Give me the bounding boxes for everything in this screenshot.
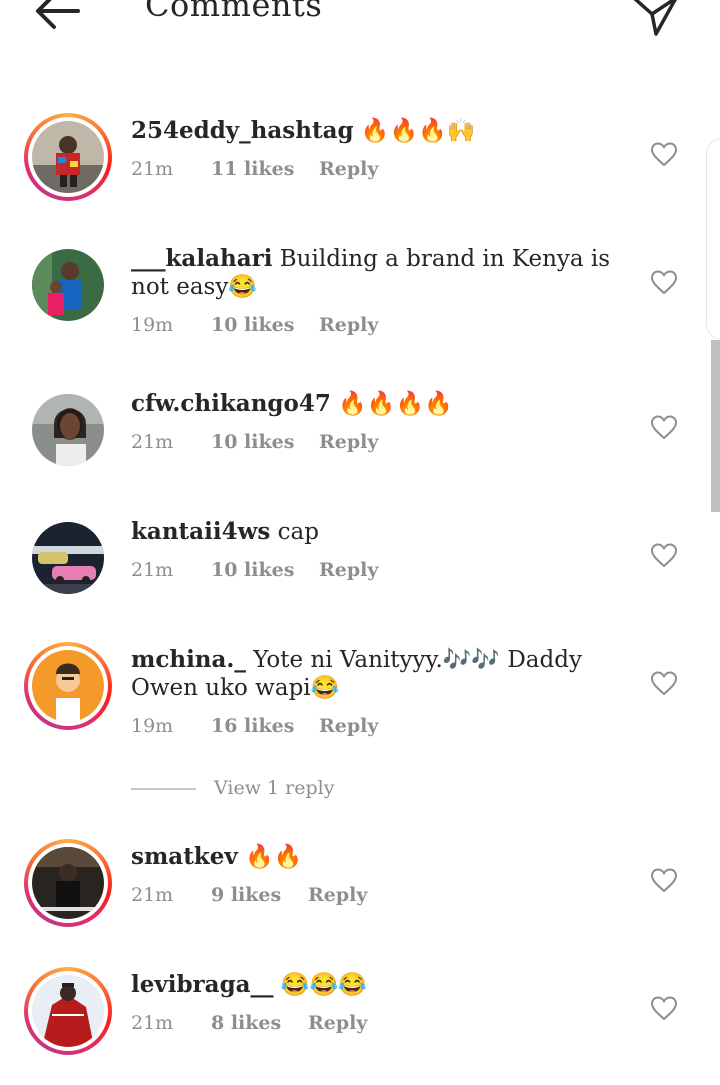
- comment-time: 21m: [131, 431, 174, 453]
- comment-meta: 19m 16 likes Reply: [131, 715, 378, 737]
- view-replies-link[interactable]: View 1 reply: [214, 777, 334, 799]
- comment-username[interactable]: mchina._: [131, 646, 246, 673]
- comment-likes[interactable]: 16 likes: [211, 715, 319, 737]
- comment-time: 21m: [131, 158, 174, 180]
- comment-text: mchina._ Yote ni Vanityyy.🎶🎶 Daddy Owen …: [131, 646, 631, 702]
- reply-button[interactable]: Reply: [319, 559, 378, 581]
- comment-text: 254eddy_hashtag 🔥🔥🔥🙌: [131, 117, 631, 145]
- comment-likes[interactable]: 8 likes: [211, 1012, 308, 1034]
- comment-likes[interactable]: 10 likes: [211, 559, 319, 581]
- comment-username[interactable]: cfw.chikango47: [131, 390, 331, 417]
- comment-text: cfw.chikango47 🔥🔥🔥🔥: [131, 390, 631, 418]
- comment-body: 🔥🔥: [237, 844, 303, 870]
- reply-button[interactable]: Reply: [308, 884, 367, 906]
- reply-button[interactable]: Reply: [319, 158, 378, 180]
- comment-meta: 21m 10 likes Reply: [131, 431, 378, 453]
- avatar[interactable]: [24, 839, 112, 927]
- comment-text: kantaii4ws cap: [131, 518, 631, 546]
- comment-time: 21m: [131, 559, 174, 581]
- comment-body: 😂😂😂: [273, 972, 367, 998]
- comment-username[interactable]: ___kalahari: [131, 245, 272, 272]
- comment-time: 19m: [131, 314, 174, 336]
- replies-divider: [131, 788, 196, 790]
- heart-outline-icon[interactable]: [650, 141, 678, 167]
- comment-username[interactable]: smatkev: [131, 843, 238, 870]
- comment-username[interactable]: kantaii4ws: [131, 518, 270, 545]
- side-panel-edge: [706, 138, 720, 340]
- reply-button[interactable]: Reply: [319, 715, 378, 737]
- comment-body: 🔥🔥🔥🙌: [353, 118, 476, 144]
- avatar[interactable]: [24, 514, 112, 602]
- comment-time: 21m: [131, 1012, 174, 1034]
- comment-likes[interactable]: 9 likes: [211, 884, 308, 906]
- comment-body: cap: [270, 519, 319, 545]
- heart-outline-icon[interactable]: [650, 542, 678, 568]
- header: Comments: [0, 0, 720, 60]
- comment-text: smatkev 🔥🔥: [131, 843, 631, 871]
- comment-username[interactable]: 254eddy_hashtag: [131, 117, 354, 144]
- back-arrow-icon[interactable]: [30, 0, 82, 34]
- reply-button[interactable]: Reply: [319, 431, 378, 453]
- comment-text: levibraga__ 😂😂😂: [131, 971, 631, 999]
- comment-time: 19m: [131, 715, 174, 737]
- comment-meta: 21m 9 likes Reply: [131, 884, 367, 906]
- page-title: Comments: [145, 0, 323, 24]
- avatar[interactable]: [24, 386, 112, 474]
- paper-plane-icon[interactable]: [630, 0, 682, 38]
- comment-meta: 19m 10 likes Reply: [131, 314, 378, 336]
- scrollbar[interactable]: [711, 340, 720, 512]
- comment-likes[interactable]: 10 likes: [211, 314, 319, 336]
- avatar[interactable]: [24, 113, 112, 201]
- avatar[interactable]: [24, 967, 112, 1055]
- heart-outline-icon[interactable]: [650, 670, 678, 696]
- comment-likes[interactable]: 11 likes: [211, 158, 319, 180]
- avatar[interactable]: [24, 642, 112, 730]
- comment-text: ___kalahari Building a brand in Kenya is…: [131, 245, 631, 301]
- comment-meta: 21m 8 likes Reply: [131, 1012, 367, 1034]
- comment-meta: 21m 11 likes Reply: [131, 158, 378, 180]
- heart-outline-icon[interactable]: [650, 867, 678, 893]
- comment-username[interactable]: levibraga__: [131, 971, 274, 998]
- comment-time: 21m: [131, 884, 174, 906]
- reply-button[interactable]: Reply: [308, 1012, 367, 1034]
- heart-outline-icon[interactable]: [650, 269, 678, 295]
- heart-outline-icon[interactable]: [650, 995, 678, 1021]
- comment-likes[interactable]: 10 likes: [211, 431, 319, 453]
- heart-outline-icon[interactable]: [650, 414, 678, 440]
- comment-body: 🔥🔥🔥🔥: [330, 391, 453, 417]
- avatar[interactable]: [24, 241, 112, 329]
- comment-meta: 21m 10 likes Reply: [131, 559, 378, 581]
- reply-button[interactable]: Reply: [319, 314, 378, 336]
